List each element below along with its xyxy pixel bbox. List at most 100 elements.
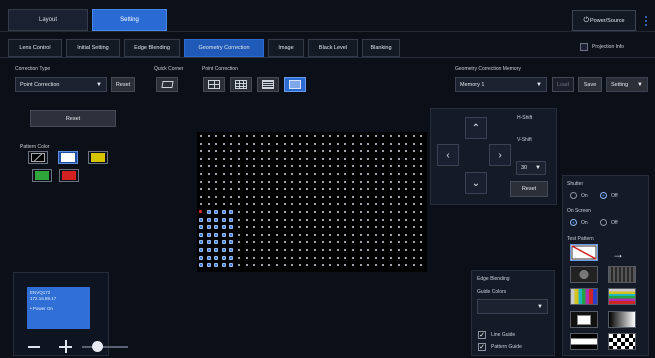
- grid-point[interactable]: [268, 226, 271, 229]
- selected-grid-point[interactable]: [229, 225, 234, 230]
- shutter-on-radio[interactable]: [570, 192, 577, 201]
- grid-point[interactable]: [412, 195, 415, 198]
- grid-point[interactable]: [245, 226, 248, 229]
- grid-point[interactable]: [390, 165, 392, 168]
- pattern-color-yellow[interactable]: [88, 151, 108, 164]
- grid-point[interactable]: [397, 211, 400, 213]
- grid-point[interactable]: [412, 256, 415, 259]
- selected-grid-point[interactable]: [214, 225, 219, 230]
- grid-point[interactable]: [253, 218, 256, 221]
- grid-point[interactable]: [344, 135, 347, 137]
- grid-point[interactable]: [306, 211, 309, 213]
- grid-point[interactable]: [276, 150, 278, 153]
- grid-point[interactable]: [298, 135, 301, 137]
- grid-point[interactable]: [390, 157, 392, 160]
- grid-point[interactable]: [276, 249, 278, 251]
- grid-point[interactable]: [420, 180, 423, 183]
- grid-point[interactable]: [390, 256, 392, 259]
- grid-point[interactable]: [238, 157, 240, 160]
- grid-point[interactable]: [276, 173, 278, 175]
- selected-grid-point[interactable]: [206, 240, 211, 245]
- grid-point[interactable]: [291, 157, 294, 160]
- grid-point[interactable]: [283, 150, 286, 153]
- grid-point[interactable]: [283, 241, 286, 244]
- grid-point[interactable]: [367, 218, 370, 221]
- grid-point[interactable]: [336, 173, 339, 175]
- grid-point[interactable]: [268, 173, 271, 175]
- grid-point[interactable]: [397, 203, 400, 206]
- selected-grid-point[interactable]: [206, 263, 211, 268]
- selected-grid-point[interactable]: [221, 240, 226, 245]
- grid-point[interactable]: [420, 226, 423, 229]
- grid-point[interactable]: [314, 173, 316, 175]
- grid-point[interactable]: [412, 135, 415, 137]
- test-pattern-white-bar[interactable]: [570, 333, 598, 350]
- grid-point[interactable]: [321, 241, 324, 244]
- grid-point[interactable]: [207, 173, 210, 175]
- grid-point[interactable]: [390, 211, 392, 213]
- grid-point[interactable]: [329, 226, 332, 229]
- grid-point[interactable]: [245, 188, 248, 191]
- grid-point[interactable]: [397, 188, 400, 191]
- grid-point[interactable]: [291, 150, 294, 153]
- grid-point[interactable]: [329, 135, 332, 137]
- grid-point[interactable]: [344, 218, 347, 221]
- grid-point[interactable]: [344, 249, 347, 251]
- grid-point[interactable]: [352, 226, 354, 229]
- grid-point[interactable]: [253, 195, 256, 198]
- grid-point[interactable]: [222, 135, 225, 137]
- grid-point[interactable]: [260, 150, 263, 153]
- grid-point[interactable]: [367, 173, 370, 175]
- zoom-slider-thumb[interactable]: [92, 341, 103, 352]
- grid-point[interactable]: [329, 188, 332, 191]
- grid-point[interactable]: [314, 157, 316, 160]
- zoom-in-icon[interactable]: [59, 340, 72, 353]
- grid-point[interactable]: [253, 241, 256, 244]
- tab-initial-setting[interactable]: Initial Setting: [66, 39, 120, 57]
- grid-point[interactable]: [215, 188, 218, 191]
- grid-point[interactable]: [283, 188, 286, 191]
- selected-grid-point[interactable]: [214, 263, 219, 268]
- grid-point[interactable]: [291, 180, 294, 183]
- grid-point[interactable]: [283, 264, 286, 267]
- test-pattern-off[interactable]: [570, 244, 598, 261]
- grid-point[interactable]: [359, 142, 362, 145]
- test-pattern-color-bars-h[interactable]: [608, 288, 636, 305]
- grid-point[interactable]: [367, 165, 370, 168]
- grid-point[interactable]: [367, 180, 370, 183]
- selected-grid-point[interactable]: [221, 255, 226, 260]
- grid-point[interactable]: [352, 256, 354, 259]
- grid-point[interactable]: [329, 180, 332, 183]
- grid-point[interactable]: [405, 256, 408, 259]
- grid-point[interactable]: [374, 264, 377, 267]
- grid-point[interactable]: [344, 264, 347, 267]
- grid-point[interactable]: [283, 180, 286, 183]
- grid-point[interactable]: [405, 233, 408, 236]
- grid-point[interactable]: [306, 157, 309, 160]
- selected-grid-point[interactable]: [199, 248, 203, 252]
- grid-point[interactable]: [276, 218, 278, 221]
- grid-point[interactable]: [291, 142, 294, 145]
- grid-point[interactable]: [260, 203, 263, 206]
- pattern-color-black[interactable]: [28, 151, 48, 164]
- grid-point[interactable]: [200, 203, 202, 206]
- grid-point[interactable]: [420, 241, 423, 244]
- grid-point[interactable]: [374, 249, 377, 251]
- grid-point[interactable]: [298, 203, 301, 206]
- grid-point[interactable]: [359, 188, 362, 191]
- grid-point[interactable]: [412, 180, 415, 183]
- grid-point[interactable]: [336, 180, 339, 183]
- grid-point[interactable]: [253, 226, 256, 229]
- pattern-color-red[interactable]: [59, 169, 79, 182]
- grid-point[interactable]: [412, 203, 415, 206]
- tab-blanking[interactable]: Blanking: [362, 39, 400, 57]
- grid-point[interactable]: [321, 188, 324, 191]
- grid-point[interactable]: [344, 256, 347, 259]
- grid-point[interactable]: [390, 188, 392, 191]
- grid-point[interactable]: [200, 135, 202, 137]
- grid-point[interactable]: [230, 142, 233, 145]
- grid-point[interactable]: [245, 157, 248, 160]
- grid-point[interactable]: [420, 195, 423, 198]
- grid-point[interactable]: [207, 165, 210, 168]
- grid-point[interactable]: [405, 249, 408, 251]
